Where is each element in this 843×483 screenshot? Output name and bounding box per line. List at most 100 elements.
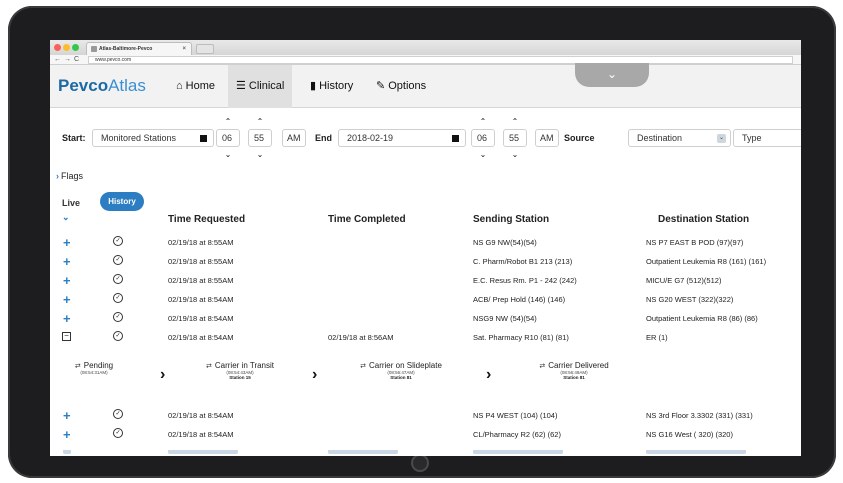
browser-tab-bar: Atlas-Baltimore-Pevco × [50, 40, 801, 55]
check-circle-icon: ✓ [113, 255, 123, 265]
minimize-window-icon[interactable] [63, 44, 70, 51]
destination-station-cell: Outpatient Leukemia R8 (86) (86) [646, 314, 758, 323]
table-row[interactable]: + ✓ 02/19/18 at 8:55AM E.C. Resus Rm. P1… [50, 271, 801, 290]
logo-main-text: Pevco [58, 76, 109, 95]
cut-off-cell [473, 450, 563, 454]
end-minute-field[interactable]: 55 [503, 129, 527, 147]
start-hour-down-icon[interactable]: ⌄ [218, 151, 238, 159]
time-completed-cell: 02/19/18 at 8:56AM [328, 333, 394, 342]
expand-plus-icon[interactable]: + [63, 235, 71, 250]
sending-station-cell: CL/Pharmacy R2 (62) (62) [473, 430, 561, 439]
table-row[interactable]: + ✓ 02/19/18 at 8:54AM ACB/ Prep Hold (1… [50, 290, 801, 309]
end-ampm-toggle[interactable]: AM [535, 129, 559, 147]
destination-station-cell: NS G16 West ( 320) (320) [646, 430, 733, 439]
time-requested-cell: 02/19/18 at 8:54AM [168, 314, 234, 323]
step-label: Carrier in Transit [214, 361, 274, 370]
check-circle-icon: ✓ [113, 428, 123, 438]
maximize-window-icon[interactable] [72, 44, 79, 51]
sending-station-cell: ACB/ Prep Hold (146) (146) [473, 295, 566, 304]
time-requested-cell: 02/19/18 at 8:54AM [168, 333, 234, 342]
collapse-minus-icon[interactable]: − [62, 332, 71, 341]
start-minute-value: 55 [254, 133, 265, 143]
bar-chart-icon: ▮ [310, 80, 317, 92]
start-minute-field[interactable]: 55 [248, 129, 272, 147]
destination-value: Destination [637, 133, 683, 143]
close-window-icon[interactable] [54, 44, 61, 51]
start-hour-up-icon[interactable]: ⌃ [218, 118, 238, 126]
end-hour-down-icon[interactable]: ⌄ [473, 151, 493, 159]
destination-station-cell: NS 3rd Floor 3.3302 (331) (331) [646, 411, 753, 420]
browser-nav-icons[interactable]: ←→C [54, 55, 82, 65]
start-field[interactable]: Monitored Stations [92, 129, 214, 147]
type-select[interactable]: Type [733, 129, 801, 147]
end-minute-up-icon[interactable]: ⌃ [505, 118, 525, 126]
end-value: 2018-02-19 [347, 133, 394, 143]
new-tab-button[interactable] [196, 44, 214, 54]
destination-station-cell: Outpatient Leukemia R8 (161) (161) [646, 257, 767, 266]
expand-plus-icon[interactable]: + [63, 292, 71, 307]
start-hour-field[interactable]: 06 [216, 129, 240, 147]
end-minute-down-icon[interactable]: ⌄ [505, 151, 525, 159]
nav-history[interactable]: ▮ History [302, 65, 361, 108]
table-row-expanded[interactable]: − ✓ 02/19/18 at 8:54AM 02/19/18 at 8:56A… [50, 328, 801, 347]
calendar-icon[interactable] [200, 135, 207, 142]
destination-select[interactable]: Destination ⌄ [628, 129, 731, 147]
calendar-icon[interactable] [452, 135, 459, 142]
step-carrier-in-transit: ⇄ Carrier in Transit (08:54:43AM) Station… [190, 361, 290, 380]
destination-station-cell: ER (1) [646, 333, 668, 342]
end-hour-up-icon[interactable]: ⌃ [473, 118, 493, 126]
check-circle-icon: ✓ [113, 331, 123, 341]
column-header-sending-station[interactable]: Sending Station [473, 214, 549, 225]
transfer-icon: ⇄ [360, 363, 366, 370]
cut-off-cell [168, 450, 238, 454]
source-label: Source [564, 133, 595, 143]
pevco-atlas-logo[interactable]: PevcoAtlas [58, 76, 146, 96]
time-requested-cell: 02/19/18 at 8:55AM [168, 276, 234, 285]
expand-plus-icon[interactable]: + [63, 427, 71, 442]
expand-plus-icon[interactable]: + [63, 254, 71, 269]
logo-sub-text: Atlas [108, 76, 146, 95]
chevron-down-icon[interactable]: ⌄ [62, 212, 70, 223]
cut-off-cell [328, 450, 398, 454]
table-row[interactable]: + ✓ 02/19/18 at 8:54AM NSG9 NW (54)(54) … [50, 309, 801, 328]
column-header-time-requested[interactable]: Time Requested [168, 214, 245, 225]
table-row[interactable]: + ✓ 02/19/18 at 8:54AM NS P4 WEST (104) … [50, 406, 801, 425]
close-tab-icon[interactable]: × [182, 43, 186, 55]
home-icon: ⌂ [176, 80, 183, 92]
expand-plus-icon [63, 450, 71, 454]
step-station: Station 15 [229, 375, 251, 380]
nav-clinical[interactable]: ☰ Clinical [228, 65, 293, 108]
start-minute-up-icon[interactable]: ⌃ [250, 118, 270, 126]
table-row[interactable]: + ✓ 02/19/18 at 8:54AM CL/Pharmacy R2 (6… [50, 425, 801, 444]
flags-label: Flags [61, 171, 84, 181]
column-header-destination-station[interactable]: Destination Station [658, 214, 749, 225]
collapse-header-button[interactable]: ⌄ [575, 63, 649, 87]
tablet-home-button[interactable] [411, 454, 429, 472]
expand-plus-icon[interactable]: + [63, 408, 71, 423]
end-field[interactable]: 2018-02-19 [338, 129, 466, 147]
table-row[interactable]: + ✓ 02/19/18 at 8:55AM C. Pharm/Robot B1… [50, 252, 801, 271]
chevron-down-icon: ⌄ [717, 134, 726, 143]
step-label: Carrier Delivered [548, 361, 609, 370]
sending-station-cell: C. Pharm/Robot B1 213 (213) [473, 257, 573, 266]
destination-station-cell: MICU/E G7 (512)(512) [646, 276, 722, 285]
expand-plus-icon[interactable]: + [63, 273, 71, 288]
start-value: Monitored Stations [101, 133, 177, 143]
column-header-time-completed[interactable]: Time Completed [328, 214, 406, 225]
start-ampm-toggle[interactable]: AM [282, 129, 306, 147]
start-minute-down-icon[interactable]: ⌄ [250, 151, 270, 159]
end-hour-field[interactable]: 06 [471, 129, 495, 147]
nav-options[interactable]: ✎ Options [368, 65, 434, 108]
expand-plus-icon[interactable]: + [63, 311, 71, 326]
tablet-screen: Atlas-Baltimore-Pevco × ←→C www.pevco.co… [50, 40, 801, 456]
sending-station-cell: E.C. Resus Rm. P1 - 242 (242) [473, 276, 577, 285]
tab-history[interactable]: History [100, 192, 144, 211]
browser-tab[interactable]: Atlas-Baltimore-Pevco × [86, 42, 192, 55]
url-field[interactable]: www.pevco.com [88, 56, 793, 64]
sending-station-cell: NS P4 WEST (104) (104) [473, 411, 558, 420]
flags-toggle[interactable]: › Flags [56, 171, 83, 181]
table-row[interactable]: + ✓ 02/19/18 at 8:55AM NS G9 NW(54)(54) … [50, 233, 801, 252]
check-circle-icon: ✓ [113, 312, 123, 322]
tab-live[interactable]: Live [62, 198, 80, 208]
nav-home[interactable]: ⌂ Home [168, 65, 223, 108]
